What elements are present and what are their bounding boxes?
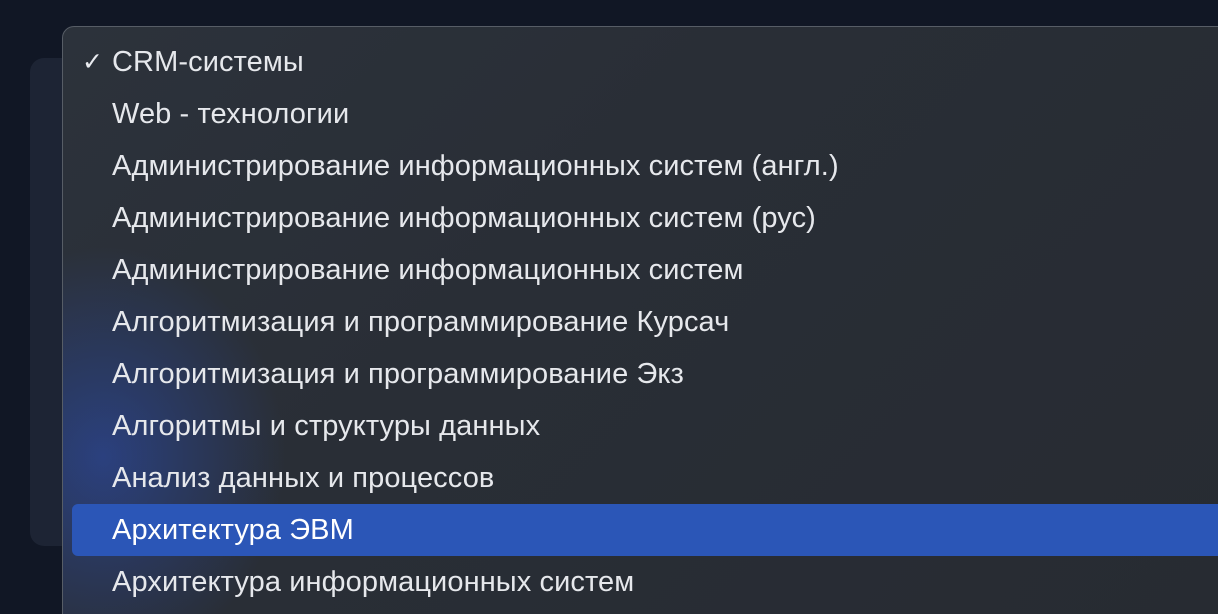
menu-option-label: CRM-системы — [112, 46, 304, 78]
dropdown-options-list: ✓ CRM-системы Web - технологии Администр… — [63, 36, 1218, 608]
dropdown-menu[interactable]: ✓ CRM-системы Web - технологии Администр… — [62, 26, 1218, 614]
menu-option-highlighted[interactable]: Архитектура ЭВМ — [72, 504, 1218, 556]
menu-option-label: Архитектура информационных систем — [112, 566, 635, 598]
menu-option-label: Администрирование информационных систем … — [112, 202, 816, 234]
menu-option[interactable]: Алгоритмизация и программирование Курсач — [72, 296, 1218, 348]
menu-option[interactable]: Анализ данных и процессов — [72, 452, 1218, 504]
menu-option-label: Алгоритмизация и программирование Экз — [112, 358, 684, 390]
menu-option[interactable]: Web - технологии — [72, 88, 1218, 140]
menu-option-label: Администрирование информационных систем — [112, 254, 744, 286]
checkmark-icon: ✓ — [82, 48, 103, 76]
menu-option-label: Алгоритмы и структуры данных — [112, 410, 541, 442]
menu-option-label: Алгоритмизация и программирование Курсач — [112, 306, 730, 338]
menu-option[interactable]: Администрирование информационных систем — [72, 244, 1218, 296]
menu-option-label: Анализ данных и процессов — [112, 462, 495, 494]
menu-option[interactable]: Администрирование информационных систем … — [72, 140, 1218, 192]
menu-option[interactable]: Алгоритмы и структуры данных — [72, 400, 1218, 452]
menu-option[interactable]: ✓ CRM-системы — [72, 36, 1218, 88]
menu-option-label: Администрирование информационных систем … — [112, 150, 839, 182]
menu-option-label: Web - технологии — [112, 98, 350, 130]
menu-option[interactable]: Администрирование информационных систем … — [72, 192, 1218, 244]
menu-option-label: Архитектура ЭВМ — [112, 514, 354, 546]
menu-option[interactable]: Архитектура информационных систем — [72, 556, 1218, 608]
app-backdrop: ✓ CRM-системы Web - технологии Администр… — [0, 0, 1218, 614]
menu-option[interactable]: Алгоритмизация и программирование Экз — [72, 348, 1218, 400]
